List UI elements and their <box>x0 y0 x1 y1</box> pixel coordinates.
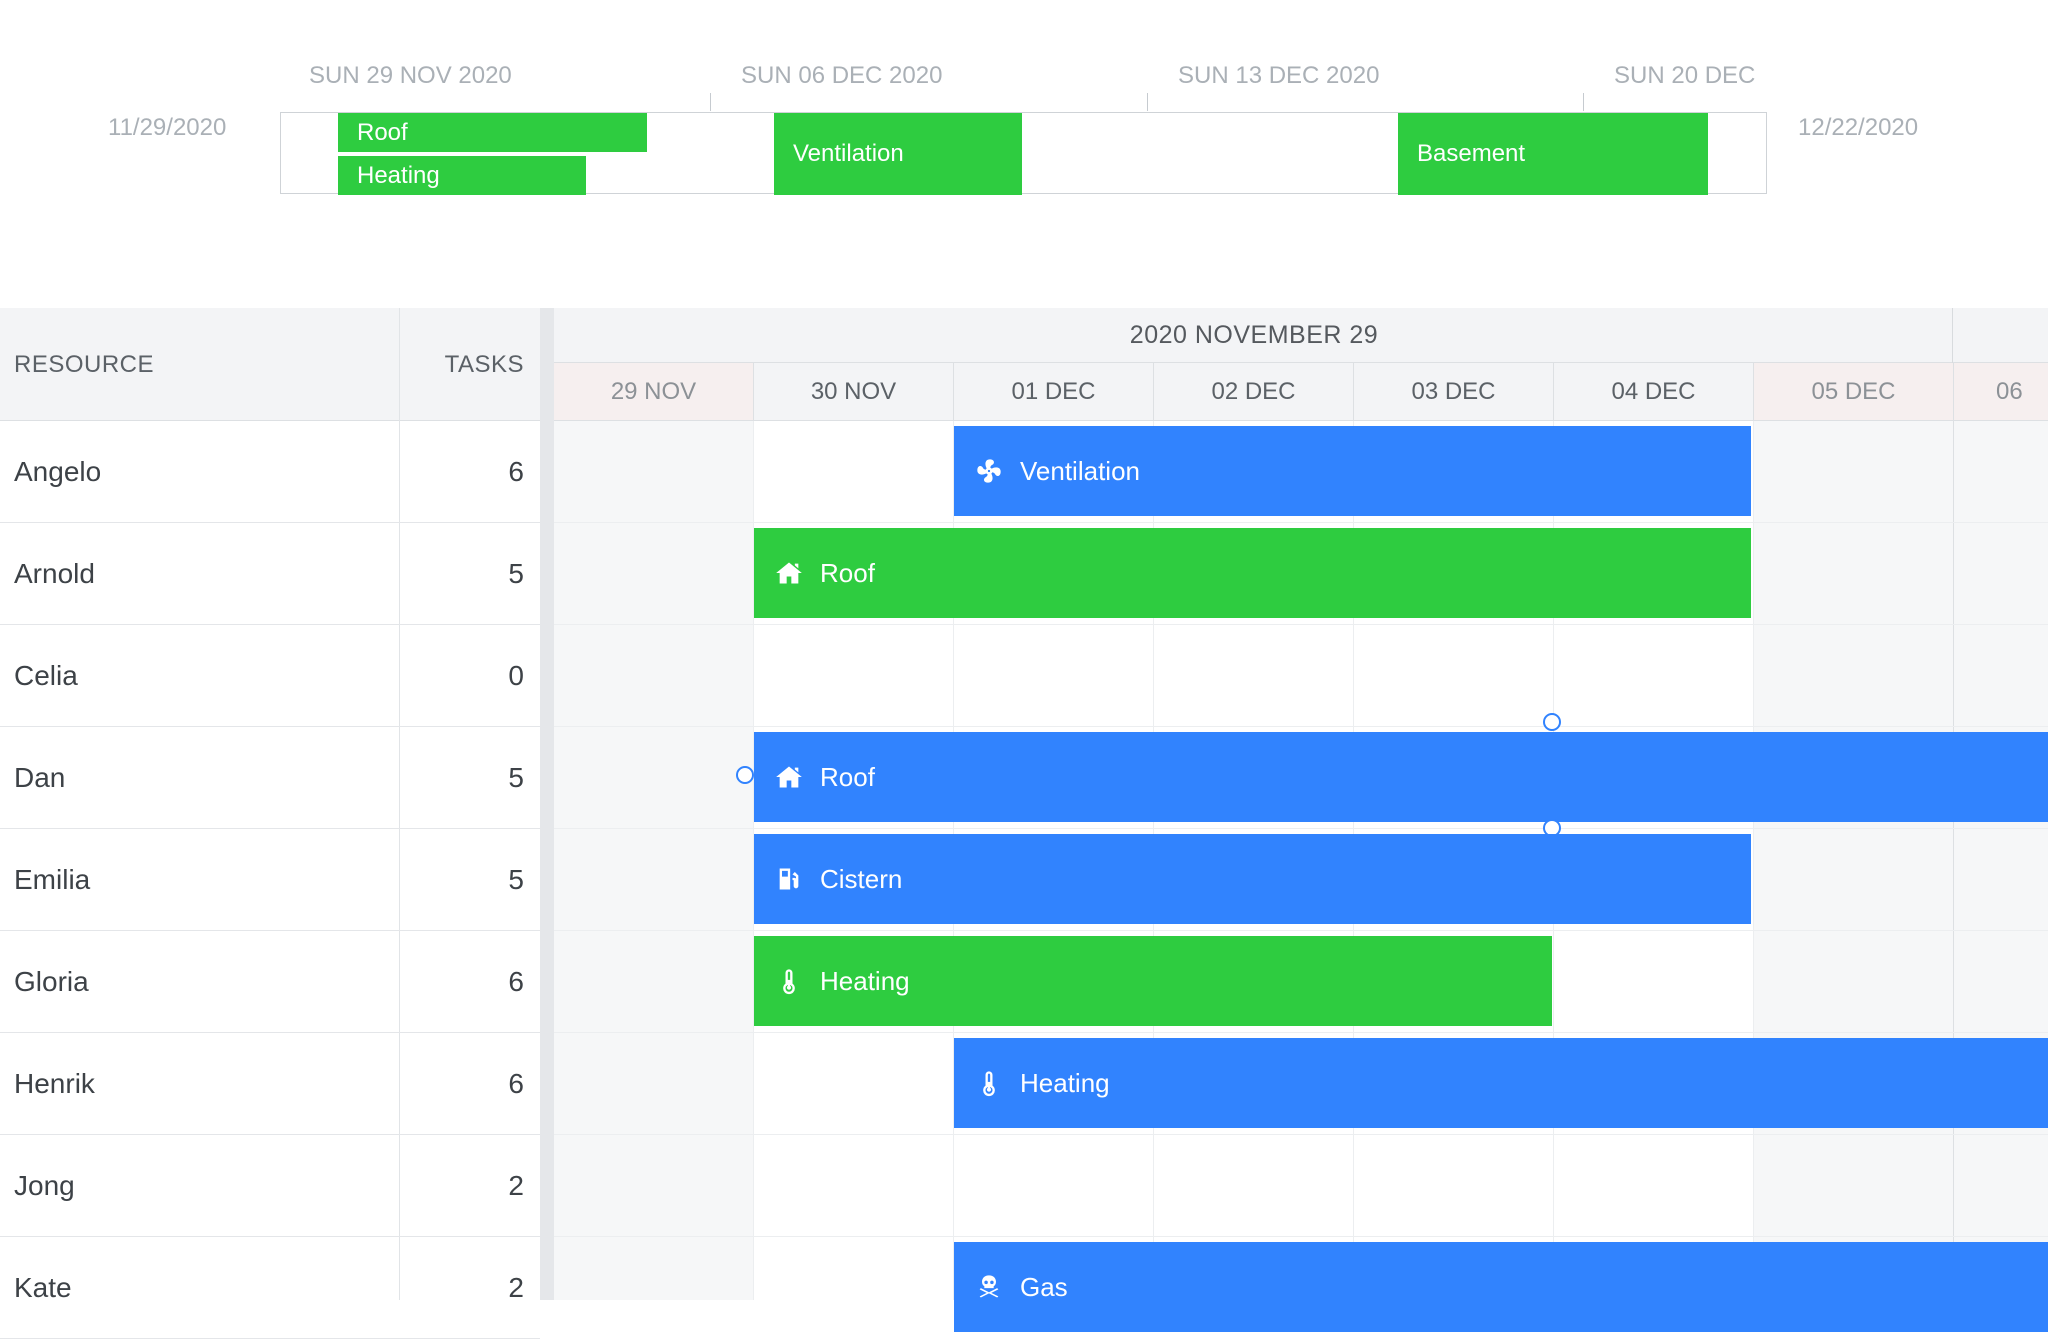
event-bar[interactable]: Heating <box>954 1038 2048 1128</box>
day-header[interactable]: 06 <box>1954 363 2048 421</box>
resource-row[interactable]: Emilia 5 <box>0 829 540 931</box>
event-name: Cistern <box>820 863 903 894</box>
thermometer-icon <box>774 966 804 996</box>
resource-row[interactable]: Angelo 6 <box>0 421 540 523</box>
event-bar[interactable]: Roof <box>754 732 2048 822</box>
event-name: Gas <box>1020 1271 1068 1302</box>
event-name: Heating <box>820 965 910 996</box>
resource-name: Arnold <box>14 557 95 589</box>
resource-name: Kate <box>14 1271 72 1303</box>
fan-icon <box>974 456 1004 486</box>
event-bar[interactable]: Roof <box>754 528 1751 618</box>
day-column <box>1754 421 1954 1300</box>
day-column <box>554 421 754 1300</box>
event-name: Roof <box>820 761 875 792</box>
timeline-event[interactable]: Basement <box>1398 113 1708 195</box>
event-bar[interactable]: Ventilation <box>954 426 1751 516</box>
row-divider <box>554 930 2048 931</box>
timeline-tick-label: SUN 29 NOV 2020 <box>309 62 512 89</box>
day-header[interactable]: 01 DEC <box>954 363 1154 421</box>
resource-name: Jong <box>14 1169 75 1201</box>
timeline-tick-label: SUN 13 DEC 2020 <box>1178 62 1380 89</box>
row-divider <box>554 828 2048 829</box>
timeline-tick-label: SUN 20 DEC <box>1614 62 1756 89</box>
resource-name: Emilia <box>14 863 91 895</box>
dependency-handle[interactable] <box>736 766 754 784</box>
row-divider <box>554 1134 2048 1135</box>
resource-row[interactable]: Gloria 6 <box>0 931 540 1033</box>
resource-row[interactable]: Dan 5 <box>0 727 540 829</box>
event-bar[interactable]: Gas <box>954 1242 2048 1332</box>
schedule-header-top: 2020 NOVEMBER 29 <box>554 308 2048 363</box>
timeline-tick <box>1147 93 1148 111</box>
timeline-tick-label: SUN 06 DEC 2020 <box>741 62 943 89</box>
skull-crossbones-icon <box>974 1272 1004 1302</box>
fuel-pump-icon <box>774 864 804 894</box>
row-divider <box>554 624 2048 625</box>
thermometer-icon <box>974 1068 1004 1098</box>
resource-row[interactable]: Jong 2 <box>0 1135 540 1237</box>
column-header-tasks[interactable]: TASKS <box>400 308 524 421</box>
day-column <box>1954 421 2048 1300</box>
resource-row[interactable]: Celia 0 <box>0 625 540 727</box>
timeline-end-date: 12/22/2020 <box>1798 114 1919 141</box>
timeline-track[interactable]: Roof Heating Ventilation Basement <box>280 112 1767 195</box>
locked-header: RESOURCE TASKS <box>0 308 540 421</box>
resource-name: Dan <box>14 761 66 793</box>
timeline-event[interactable]: Roof <box>338 113 647 152</box>
resource-name: Henrik <box>14 1067 95 1099</box>
resource-row[interactable]: Arnold 5 <box>0 523 540 625</box>
day-header[interactable]: 29 NOV <box>554 363 754 421</box>
timeline-event[interactable]: Ventilation <box>774 113 1022 195</box>
event-bar[interactable]: Cistern <box>754 834 1751 924</box>
day-header[interactable]: 04 DEC <box>1554 363 1754 421</box>
event-name: Roof <box>820 557 875 588</box>
resource-name: Celia <box>14 659 78 691</box>
event-name: Ventilation <box>1020 455 1140 486</box>
dependency-handle[interactable] <box>1543 713 1561 731</box>
timeline-tick <box>710 93 711 111</box>
house-icon <box>774 762 804 792</box>
event-name: Heating <box>1020 1067 1110 1098</box>
resource-row[interactable]: Kate 2 <box>0 1237 540 1339</box>
resource-task-count: 6 <box>508 1067 524 1099</box>
timeline-tick <box>1583 93 1584 111</box>
resource-task-count: 2 <box>508 1169 524 1201</box>
resource-name: Angelo <box>14 455 102 487</box>
resource-task-count: 2 <box>508 1271 524 1303</box>
day-header[interactable]: 03 DEC <box>1354 363 1554 421</box>
row-divider <box>554 1236 2048 1237</box>
scheduler-grid: RESOURCE TASKS Angelo 6 Arnold 5 Celia 0… <box>0 308 2048 1339</box>
event-bar[interactable]: Heating <box>754 936 1552 1026</box>
row-divider <box>554 1032 2048 1033</box>
header-divider <box>1952 308 1953 363</box>
section-splitter[interactable] <box>540 308 554 1300</box>
day-header[interactable]: 05 DEC <box>1754 363 1954 421</box>
resource-name: Gloria <box>14 965 89 997</box>
resource-task-count: 6 <box>508 455 524 487</box>
timeline-start-date: 11/29/2020 <box>108 114 227 141</box>
row-divider <box>554 522 2048 523</box>
timeline-event[interactable]: Heating <box>338 156 586 195</box>
resource-row[interactable]: Henrik 6 <box>0 1033 540 1135</box>
row-divider <box>554 726 2048 727</box>
resource-task-count: 6 <box>508 965 524 997</box>
column-header-resource[interactable]: RESOURCE <box>14 308 154 421</box>
house-icon <box>774 558 804 588</box>
day-header[interactable]: 02 DEC <box>1154 363 1354 421</box>
resource-task-count: 0 <box>508 659 524 691</box>
schedule-header-date: 2020 NOVEMBER 29 <box>1129 321 1379 349</box>
resource-task-count: 5 <box>508 863 524 895</box>
resource-task-count: 5 <box>508 761 524 793</box>
day-header[interactable]: 30 NOV <box>754 363 954 421</box>
resource-task-count: 5 <box>508 557 524 589</box>
